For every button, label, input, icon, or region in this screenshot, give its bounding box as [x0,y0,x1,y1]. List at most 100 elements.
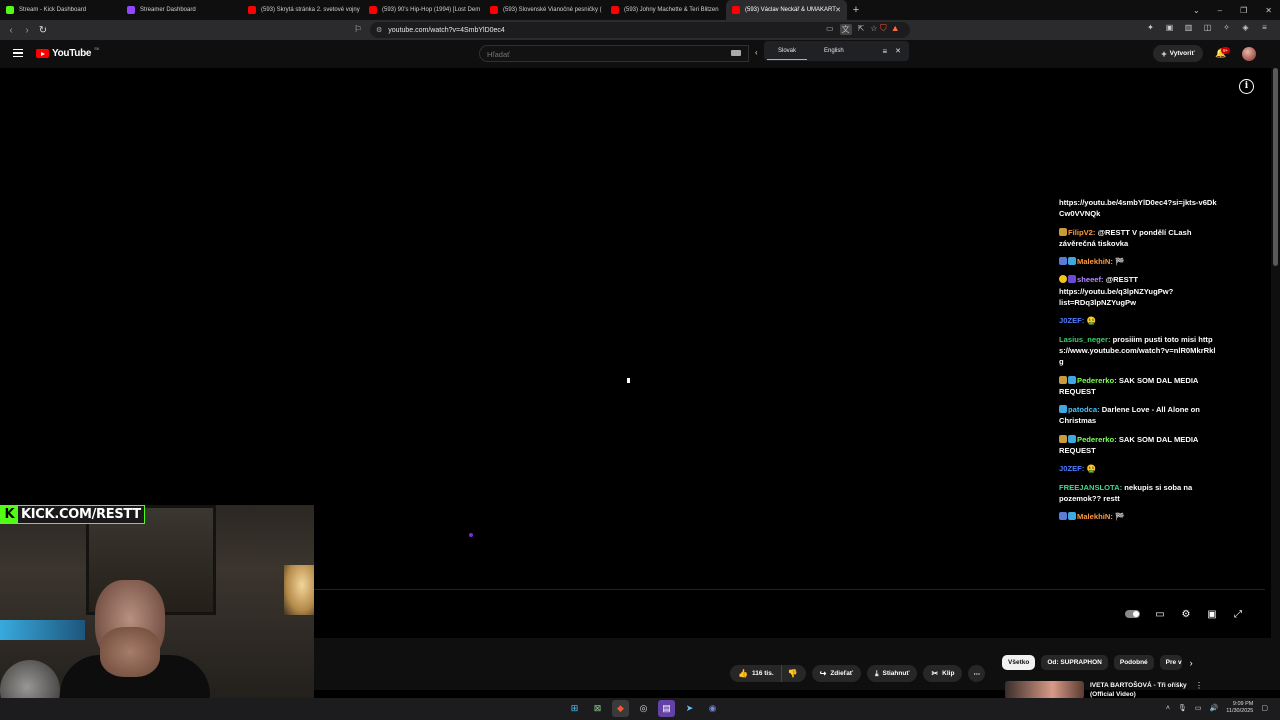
scrollbar-thumb[interactable] [1273,68,1278,266]
more-vert-icon[interactable]: ⋮ [1195,681,1203,690]
avatar[interactable] [1242,47,1256,61]
browser-tab[interactable]: Stream - Kick Dashboard [0,0,121,20]
badge-icon [1059,405,1067,414]
create-button[interactable]: + Vytvoriť [1153,45,1203,62]
cam-led-light [0,620,85,640]
minimize-icon[interactable]: – [1218,6,1222,15]
brave-browser-icon[interactable]: ◆ [612,700,629,717]
share-icon[interactable]: ⇱ [858,24,865,35]
forward-icon[interactable]: › [19,25,35,36]
badge-icon [1059,257,1067,266]
vpn-icon[interactable]: ◈ [1240,22,1251,33]
discord-icon[interactable]: ◉ [704,700,721,717]
tab-close-icon[interactable]: ✕ [835,6,841,14]
fullscreen-icon[interactable]: ⤢ [1232,608,1244,620]
share-arrow-icon: ↪ [819,669,827,678]
new-tab-button[interactable]: + [847,4,865,16]
chat-username: MalekhiN: [1077,257,1113,267]
browser-tab[interactable]: (593) Johny Machette & Teri Blitzen [605,0,726,20]
brave-shields[interactable]: ⛉ ▲ [880,23,900,36]
page-scrollbar[interactable] [1271,68,1280,690]
download-button[interactable]: ⤓ Stiahnuť [866,665,918,682]
settings-gear-icon[interactable]: ⚙ [1180,608,1192,620]
twitch-app-icon[interactable]: ▤ [658,700,675,717]
chip-all[interactable]: Všetko [1002,655,1036,670]
shield-icon[interactable]: ⛉ [880,23,887,36]
browser-tab[interactable]: (593) Slovenské Vianočné pesničky ( [484,0,605,20]
chip-for-you[interactable]: Pre v [1159,655,1182,670]
menu-icon[interactable]: ≡ [1259,22,1270,33]
video-title[interactable]: IVETA BARTOŠOVÁ - Tři oříšky (Official V… [1090,681,1195,699]
mic-icon[interactable]: 🎙 [1178,704,1187,712]
chip-related[interactable]: Podobné [1113,655,1154,670]
chevron-down-icon[interactable]: ⌄ [1193,6,1200,15]
translate-menu-icon[interactable]: ≡ [882,47,887,56]
star-icon[interactable]: ☆ [870,24,877,35]
taskbar-clock[interactable]: 9:09 PM 11/30/2025 [1226,701,1253,715]
progress-bar[interactable] [314,589,1265,590]
dislike-button[interactable]: 👎 [781,665,806,682]
chip-from-channel[interactable]: Od: SUPRAPHON [1041,655,1108,670]
steam-icon[interactable]: ➤ [681,700,698,717]
close-icon[interactable]: ✕ [1265,6,1272,15]
network-icon[interactable]: ▭ [1195,704,1202,712]
reader-icon[interactable]: ▣ [1164,22,1175,33]
screen: Stream - Kick Dashboard Streamer Dashboa… [0,0,1280,720]
translate-icon[interactable]: 文 [839,24,852,35]
window-controls: ⌄ – ❐ ✕ [1193,0,1280,20]
chat-username: patodca: [1068,405,1100,415]
tab-title: (593) Václav Neckář & UMAKART [745,7,836,13]
info-icon[interactable]: i [1239,79,1254,94]
tray-chevron-icon[interactable]: ˄ [1166,705,1170,712]
like-button[interactable]: 👍 116 tis. [730,665,782,682]
chevron-right-icon[interactable]: › [1190,658,1193,668]
tab-favicon-icon [127,6,135,14]
translate-lang-slovak[interactable]: Slovak [764,48,810,60]
badge-icon [1059,434,1067,443]
chat-username: Lasius_neger: [1059,334,1111,344]
search-input[interactable]: Hľadať [479,45,749,62]
translate-close-icon[interactable]: ✕ [895,47,901,55]
download-icon: ⤓ [874,668,879,678]
extensions-icon[interactable]: ✦ [1145,22,1156,33]
maximize-icon[interactable]: ❐ [1240,6,1247,15]
site-info-icon[interactable]: ⚙ [376,26,382,34]
browser-tab[interactable]: (593) 90's Hip-Hop (1994) [Lost Dem [363,0,484,20]
keyboard-icon[interactable] [731,50,741,56]
bookmark-icon[interactable]: ⚐ [354,24,362,35]
autoplay-toggle[interactable] [1125,610,1140,618]
volume-icon[interactable]: 🔊 [1210,704,1219,712]
recommended-video[interactable]: IVETA BARTOŠOVÁ - Tři oříšky (Official V… [1005,679,1275,699]
browser-tab[interactable]: Streamer Dashboard [121,0,242,20]
share-button[interactable]: ↪ Zdieľať [811,665,861,682]
chat-message: FilipV2: @RESTT V pondělí CLash závěrečn… [1059,227,1219,250]
browser-tab[interactable]: (593) Skrytá stránka 2. svetové vojny [242,0,363,20]
share-label: Zdieľať [830,670,853,677]
miniplayer-icon[interactable]: ▣ [1206,608,1218,620]
sidebar-icon[interactable]: ▥ [1183,22,1194,33]
notification-center-icon[interactable]: ▢ [1261,704,1268,712]
windows-start-icon[interactable]: ⊞ [566,700,583,717]
chevron-left-icon[interactable]: ‹ [755,48,758,57]
recommendation-chips: Všetko Od: SUPRAPHON Podobné Pre v › [1002,655,1193,670]
video-thumbnail[interactable] [1005,681,1084,699]
leo-icon[interactable]: ✧ [1221,22,1232,33]
xbox-icon[interactable]: ⊠ [589,700,606,717]
country-code: SK [94,46,100,51]
translate-lang-english[interactable]: English [810,48,858,54]
wallet-icon[interactable]: ◫ [1202,22,1213,33]
url-text: youtube.com/watch?v=4SmbYlD0ec4 [388,26,505,34]
youtube-logo[interactable]: YouTube SK [36,46,100,59]
obs-icon[interactable]: ◎ [635,700,652,717]
tab-favicon-icon [611,6,619,14]
rewards-icon[interactable]: ▲ [891,23,900,36]
more-actions-button[interactable]: ⋯ [968,665,986,682]
like-dislike-group: 👍 116 tis. 👎 [730,665,806,682]
browser-tab-active[interactable]: (593) Václav Neckář & UMAKART ✕ [726,0,847,20]
clip-button[interactable]: ✂ Klip [923,665,963,682]
reload-icon[interactable]: ↻ [35,25,51,36]
back-icon[interactable]: ‹ [3,25,19,36]
cast-icon[interactable]: ▭ [826,24,834,35]
hamburger-menu-icon[interactable] [13,49,23,57]
subtitles-icon[interactable]: ▭ [1154,608,1166,620]
